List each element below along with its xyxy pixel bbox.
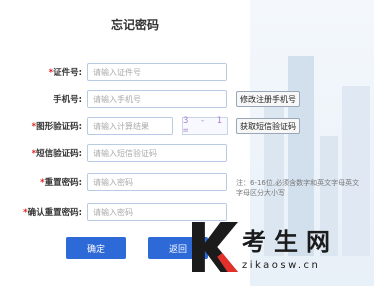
phone-label: 手机号:	[53, 95, 82, 105]
get-sms-code-button[interactable]: 获取短信验证码	[236, 118, 300, 134]
page-title: 忘记密码	[110, 18, 159, 32]
reset-password-input[interactable]: 请输入密码	[87, 173, 227, 191]
reset-password-label: *重置密码:	[40, 178, 82, 188]
confirm-button[interactable]: 确定	[66, 237, 126, 259]
watermark-logo: 考生网 zikaosw.cn	[192, 222, 374, 286]
id-number-input[interactable]: 请输入证件号	[87, 63, 227, 81]
id-number-label: *证件号:	[48, 68, 82, 78]
sms-code-label: *短信验证码:	[31, 149, 82, 159]
captcha-label: *图形验证码:	[31, 122, 82, 132]
sms-code-input[interactable]: 请输入短信验证码	[87, 144, 227, 162]
change-phone-button[interactable]: 修改注册手机号	[236, 91, 300, 107]
confirm-password-input[interactable]: 请输入密码	[87, 203, 227, 221]
password-rule-note: 注：6-16位,必须含数字和英文字母英文字母区分大小写	[236, 179, 360, 197]
phone-input[interactable]: 请输入手机号	[87, 90, 227, 108]
captcha-image[interactable]: 3 - 1 =	[182, 116, 228, 136]
watermark-brand: 考生网	[242, 227, 338, 256]
confirm-password-label: *确认重置密码:	[23, 208, 82, 218]
watermark-url: zikaosw.cn	[242, 260, 321, 271]
captcha-input[interactable]: 请输入计算结果	[87, 117, 173, 135]
